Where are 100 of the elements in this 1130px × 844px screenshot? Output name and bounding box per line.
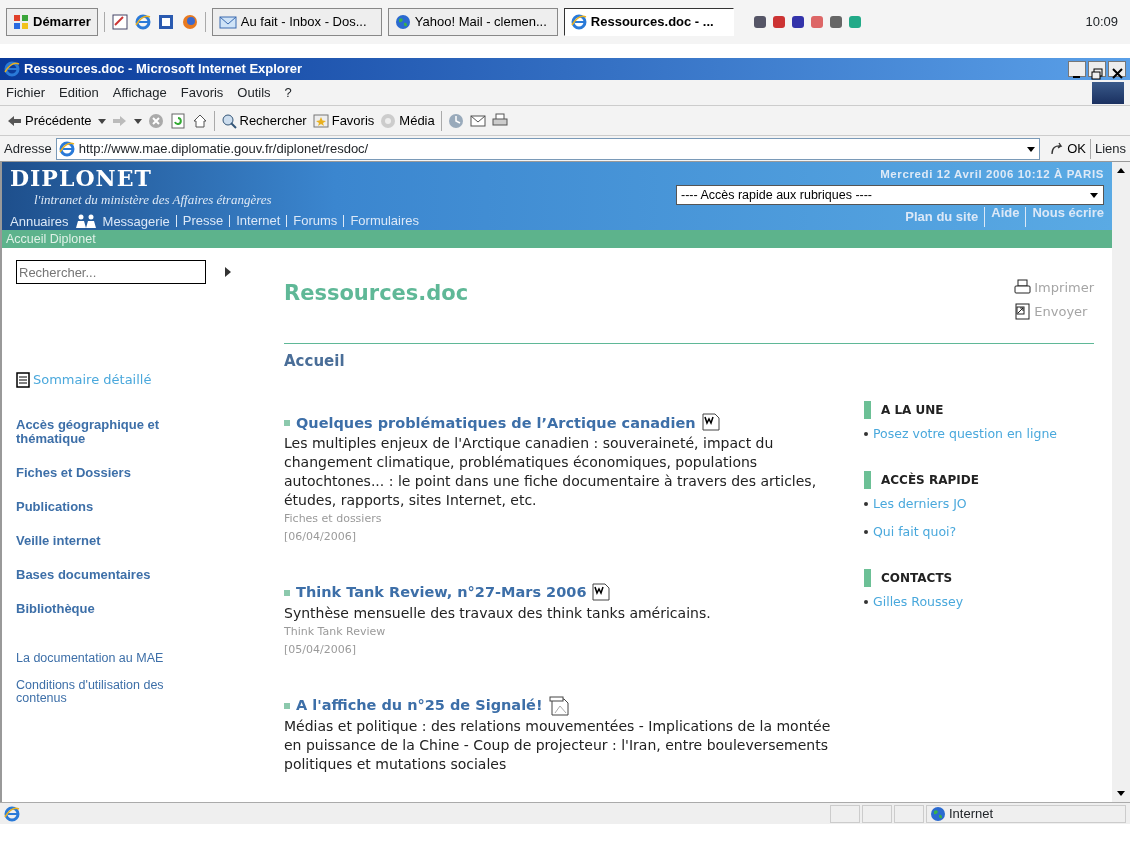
- envelope-icon: [469, 112, 486, 129]
- globe-icon: [930, 805, 946, 822]
- document-icon: [16, 371, 30, 388]
- article-date: [05/04/2006]: [284, 642, 357, 658]
- go-button[interactable]: OK: [1050, 138, 1086, 159]
- back-button[interactable]: Précédente: [6, 110, 92, 131]
- window-title: Ressources.doc - Microsoft Internet Explorer: [24, 60, 303, 79]
- start-button[interactable]: Démarrer: [6, 8, 98, 36]
- quick-link[interactable]: Les derniers JO: [864, 494, 1094, 513]
- ie-icon: [134, 14, 151, 30]
- envelope-icon: [218, 14, 237, 30]
- menu-item[interactable]: ?: [284, 82, 292, 103]
- menu-item[interactable]: Favoris: [180, 82, 224, 103]
- media-button[interactable]: Média: [380, 110, 435, 131]
- home-icon: [191, 112, 208, 129]
- quick-link[interactable]: Gilles Roussey: [864, 592, 1094, 611]
- word-document-icon[interactable]: [701, 413, 722, 434]
- article-title[interactable]: Think Tank Review, n°27-Mars 2006: [296, 582, 587, 604]
- disc-icon: [380, 112, 397, 129]
- go-arrow-icon: [1050, 141, 1065, 156]
- section-heading: Accueil: [284, 351, 346, 372]
- close-button[interactable]: [1108, 61, 1126, 77]
- taskbar-button[interactable]: Ressources.doc - ...: [563, 8, 734, 36]
- search-button[interactable]: Rechercher: [220, 110, 307, 131]
- sidebar-link[interactable]: Conditions d'utilisation des contenus: [16, 678, 216, 705]
- caret-icon[interactable]: [133, 116, 142, 125]
- heading-marker: [864, 568, 871, 587]
- maximize-button[interactable]: [1088, 61, 1106, 77]
- home-button[interactable]: [191, 112, 208, 129]
- site-logo[interactable]: DIPLONET: [10, 166, 419, 190]
- nav-link[interactable]: Messagerie: [102, 211, 170, 231]
- menu-item[interactable]: Outils: [237, 82, 271, 103]
- nav-link[interactable]: Internet: [229, 215, 281, 228]
- zone-label: Internet: [949, 804, 994, 823]
- status-pane: [830, 804, 860, 823]
- article-date: [06/04/2006]: [284, 529, 357, 546]
- article-summary: Médias et politique : des relations mouvementées - Implications de la montée en puissance de la Chine - Coup de projecteur : l'Iran, entre bouleversements politiques et mutations sociales: [284, 716, 832, 774]
- favorites-button[interactable]: Favoris: [312, 110, 375, 131]
- nav-link[interactable]: Presse: [175, 215, 224, 228]
- envelope-button[interactable]: [469, 112, 486, 129]
- address-field[interactable]: http://www.mae.diplomatie.gouv.fr/diplonet/resdoc/: [55, 137, 1041, 160]
- sidebar-link[interactable]: La documentation au MAE: [16, 651, 216, 665]
- word-document-icon[interactable]: [592, 583, 613, 604]
- bullet-icon: [284, 420, 290, 427]
- status-pane: [894, 804, 924, 823]
- page-icon: [58, 140, 75, 157]
- taskbar-button[interactable]: Yahoo! Mail - clemen...: [387, 8, 558, 36]
- quick-link[interactable]: Posez votre question en ligne: [864, 424, 1094, 443]
- word-icon[interactable]: [156, 13, 175, 31]
- article-summary: Synthèse mensuelle des travaux des think tanks américains.: [284, 604, 712, 623]
- menu-item[interactable]: Fichier: [6, 82, 45, 103]
- bullet-icon: [284, 590, 290, 597]
- clock-icon: [447, 112, 464, 129]
- status-pane: [862, 804, 892, 823]
- printer-button[interactable]: [491, 112, 508, 129]
- sidebar-link[interactable]: Publications: [16, 499, 216, 514]
- block-heading: A LA UNE: [881, 401, 944, 419]
- globe-icon: [394, 14, 411, 30]
- heading-marker: [864, 400, 871, 419]
- nav-link[interactable]: Formulaires: [343, 215, 419, 228]
- sidebar-link[interactable]: Veille internet: [16, 533, 216, 548]
- block-heading: CONTACTS: [881, 569, 953, 587]
- search-icon: [220, 112, 237, 129]
- minimize-button[interactable]: [1068, 61, 1086, 77]
- menu-item[interactable]: Edition: [59, 82, 99, 103]
- caret-icon[interactable]: [97, 116, 106, 125]
- nav-link[interactable]: Forums: [286, 215, 338, 228]
- sidebar-link[interactable]: Bibliothèque: [16, 601, 216, 616]
- sidebar-link[interactable]: Accès géographique et thématique: [16, 417, 216, 446]
- people-icon[interactable]: [74, 214, 97, 229]
- tagline: l'intranet du ministère des Affaires étrangères: [34, 191, 273, 209]
- bullet-icon: [284, 702, 290, 709]
- sidebar-link[interactable]: Fiches et Dossiers: [16, 465, 216, 480]
- arrow-right-icon[interactable]: [224, 267, 232, 277]
- stop-icon: [147, 112, 164, 129]
- printer-icon: [491, 112, 508, 129]
- quick-link[interactable]: Qui fait quoi?: [864, 522, 1094, 541]
- quick-access-select[interactable]: ---- Accès rapide aux rubriques ----: [676, 185, 1104, 206]
- article-title[interactable]: A l'affiche du n°25 de Signalé!: [296, 695, 543, 717]
- refresh-button[interactable]: [169, 112, 186, 129]
- firefox-icon[interactable]: [180, 13, 199, 31]
- ie-icon: [570, 14, 587, 30]
- nav-link[interactable]: Annuaires: [10, 211, 69, 231]
- summary-link[interactable]: Sommaire détaillé: [16, 370, 272, 390]
- clock: 10:09: [1085, 13, 1118, 32]
- article-title[interactable]: Quelques problématiques de l’Arctique canadien: [296, 412, 696, 435]
- scrollbar[interactable]: [1112, 162, 1130, 802]
- sidebar-link[interactable]: Bases documentaires: [16, 567, 216, 582]
- block-heading: ACCÈS RAPIDE: [881, 471, 979, 489]
- article-category: Think Tank Review: [284, 624, 387, 640]
- address-label: Adresse: [4, 139, 52, 158]
- article-summary: Les multiples enjeux de l'Arctique canadien : souveraineté, impact du changement climatique, problématiques économiques, populations autochtones... : le point dans une fiche documentaire à travers des articles, études, rapports, sites Internet, etc.: [284, 434, 818, 511]
- taskbar-button[interactable]: Au fait - Inbox - Dos...: [211, 8, 382, 36]
- note-icon[interactable]: [110, 13, 129, 31]
- pdf-document-icon[interactable]: [548, 695, 569, 716]
- menu-item[interactable]: Affichage: [112, 82, 167, 103]
- ie-icon: [4, 61, 20, 77]
- search-field[interactable]: Rechercher...: [16, 260, 206, 284]
- printer-icon: [1014, 279, 1032, 297]
- links-button[interactable]: Liens: [1094, 138, 1126, 159]
